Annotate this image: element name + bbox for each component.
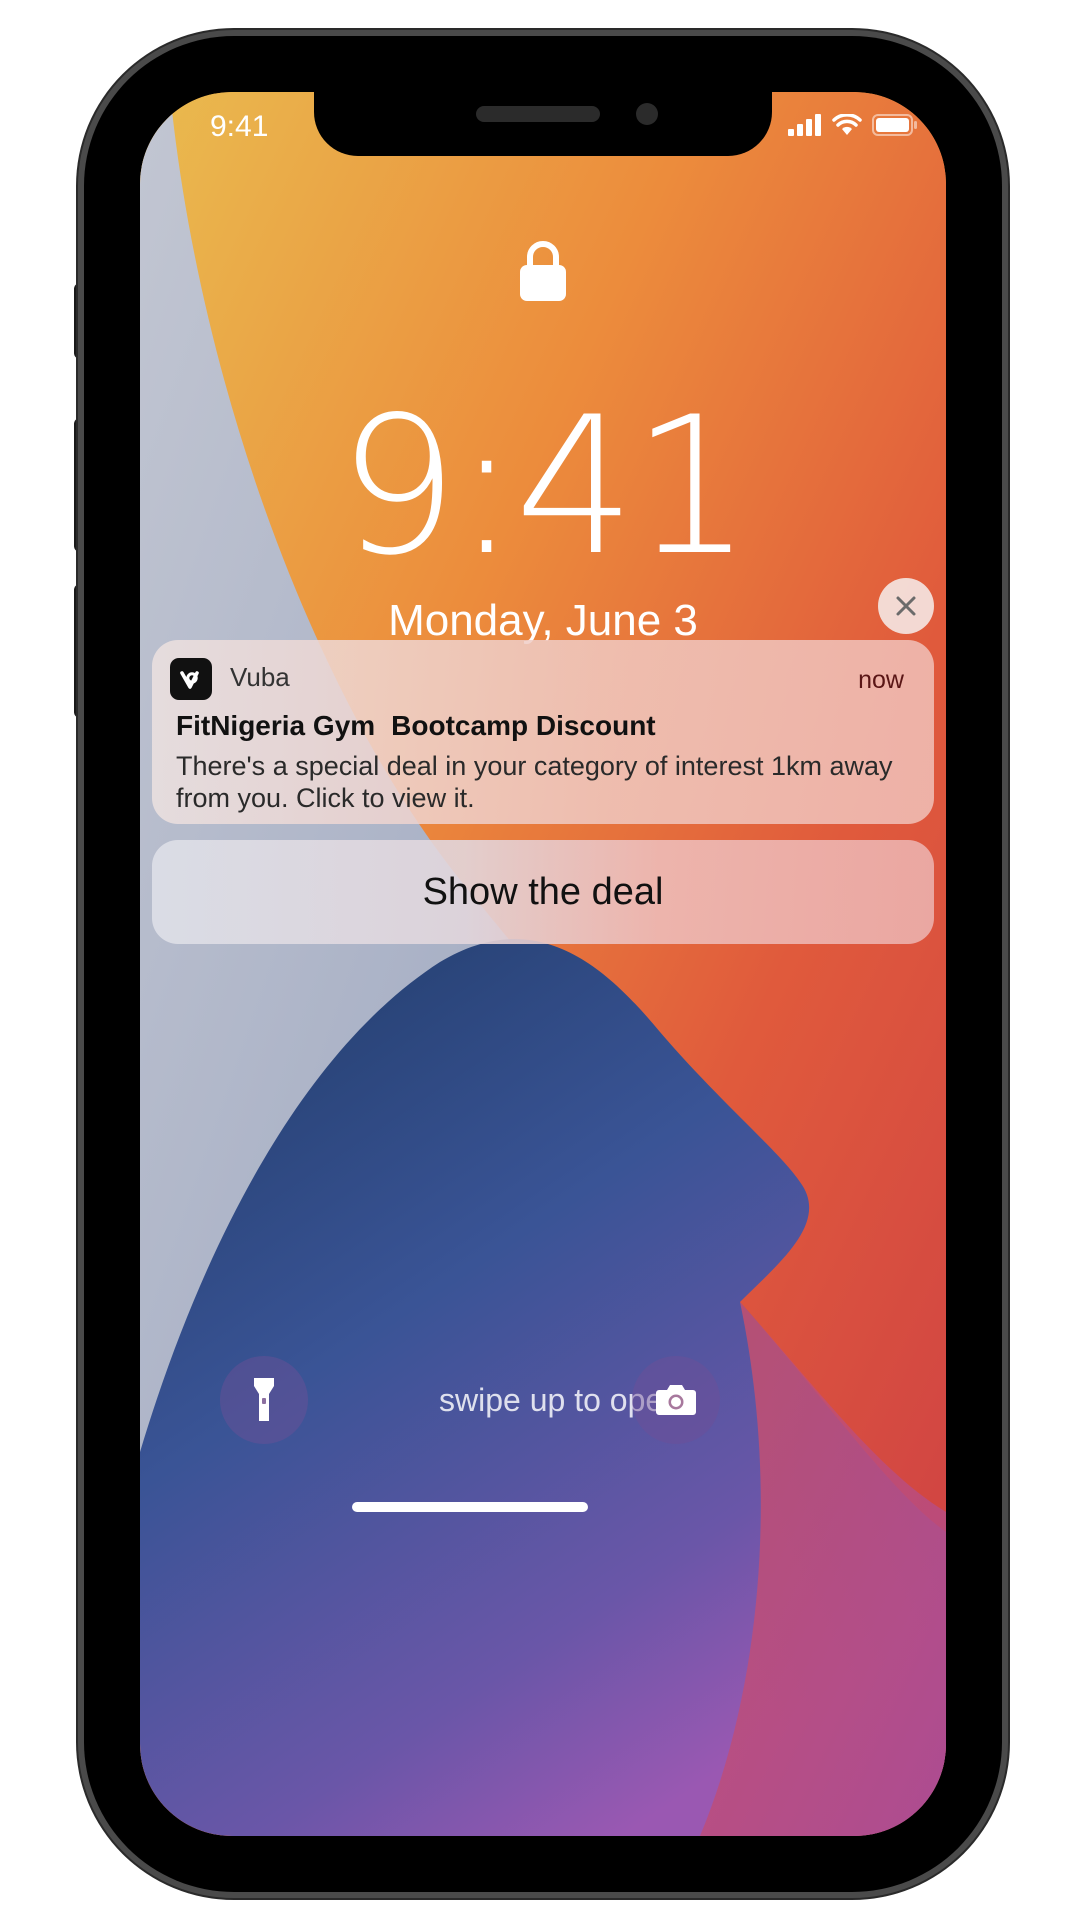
status-time: 9:41 xyxy=(210,110,269,143)
wallpaper xyxy=(140,92,946,1836)
wifi-icon xyxy=(832,114,862,135)
vuba-app-icon xyxy=(170,658,212,700)
status-icons xyxy=(788,114,918,136)
lock-screen-date: Monday, June 3 xyxy=(388,596,698,645)
notification-title: FitNigeria Gym Bootcamp Discount xyxy=(176,710,656,742)
front-camera xyxy=(636,103,658,125)
lock-icon xyxy=(520,241,566,301)
notification-merchant: FitNigeria Gym xyxy=(176,710,376,741)
notification-body: There's a special deal in your category … xyxy=(176,751,893,813)
camera-button[interactable] xyxy=(632,1356,720,1444)
camera-icon xyxy=(656,1385,696,1415)
home-indicator[interactable] xyxy=(352,1502,588,1512)
lock-screen-time: 9:41 xyxy=(337,376,753,597)
notification-app-name: Vuba xyxy=(230,662,290,692)
notch xyxy=(314,92,772,156)
vuba-logo-icon xyxy=(180,671,199,689)
lock-screen: 9:41 9:41 Monday, June 3 Vuba now FitNig… xyxy=(140,92,946,1836)
close-icon xyxy=(896,596,916,616)
phone-frame: 9:41 9:41 Monday, June 3 Vuba now FitNig… xyxy=(84,36,1002,1892)
show-deal-button[interactable]: Show the deal xyxy=(152,840,934,944)
notification-time: now xyxy=(858,666,904,694)
swipe-up-hint: swipe up to open xyxy=(439,1382,681,1418)
device-mockup: 9:41 9:41 Monday, June 3 Vuba now FitNig… xyxy=(0,0,1080,1920)
earpiece-speaker xyxy=(476,106,600,122)
battery-icon xyxy=(872,114,917,136)
notification-card[interactable]: Vuba now FitNigeria Gym Bootcamp Discount… xyxy=(152,640,934,824)
notification-offer: Bootcamp Discount xyxy=(391,710,656,741)
cellular-signal-icon xyxy=(788,114,821,136)
dismiss-notification-button[interactable] xyxy=(878,578,934,634)
